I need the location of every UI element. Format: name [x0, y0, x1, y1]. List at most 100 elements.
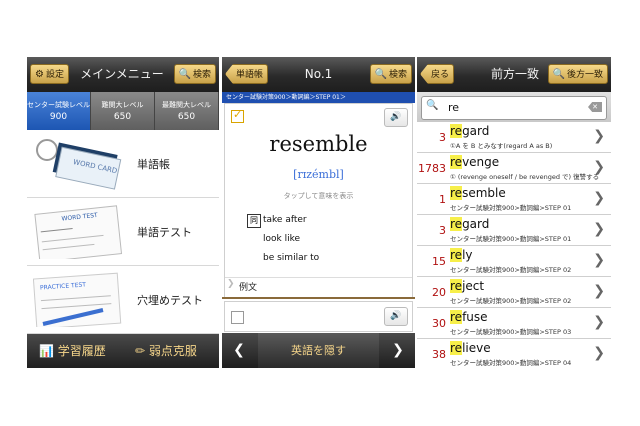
match-highlight: re — [450, 124, 463, 138]
main-menu-screen: ⚙ 設定 メインメニュー 🔍 検索 センター試験レベル 900 難関大レベル 650 最… — [27, 57, 219, 368]
search-query: re — [448, 101, 460, 114]
tap-hint[interactable]: タップして意味を表示 — [225, 191, 412, 201]
clear-icon[interactable]: ✕ — [588, 102, 602, 112]
match-highlight: re — [450, 279, 463, 293]
weak-point-button[interactable]: ✏ 弱点克服 — [135, 334, 197, 368]
result-subtext: ①A を B とみなす(regard A as B) — [450, 142, 553, 150]
word-rest: fuse — [462, 310, 488, 324]
search-icon: 🔍 — [552, 69, 565, 80]
synonym-badge: 同 — [247, 214, 261, 228]
list-item[interactable]: 1 resemble センター試験対策900>動詞編>STEP 01 ❯ — [417, 184, 611, 215]
settings-button[interactable]: ⚙ 設定 — [30, 64, 69, 84]
chevron-right-icon: ❯ — [227, 279, 235, 289]
search-input[interactable]: 🔍 re ✕ — [421, 96, 607, 120]
next-button[interactable]: ❯ — [383, 333, 413, 368]
occurrence-count: 30 — [432, 317, 446, 330]
speaker-button[interactable]: 🔊 — [384, 307, 408, 326]
history-button[interactable]: 📊 学習履歴 — [39, 334, 106, 368]
hide-english-button[interactable]: 英語を隠す — [258, 333, 379, 368]
tab-level-most-difficult[interactable]: 最難関大レベル 650 — [155, 92, 219, 130]
occurrence-count: 15 — [432, 255, 446, 268]
word-rest: gard — [462, 124, 490, 138]
suffix-match-button[interactable]: 🔍 後方一致 — [547, 64, 608, 84]
occurrence-count: 1 — [439, 193, 446, 206]
menu-item-label: 単語帳 — [137, 158, 170, 171]
occurrence-count: 3 — [439, 224, 446, 237]
bottom-bar: ❮ 英語を隠す ❯ — [222, 333, 415, 368]
result-subtext: センター試験対策900>動詞編>STEP 02 — [450, 266, 572, 274]
chevron-right-icon: ❯ — [593, 221, 605, 237]
list-item[interactable]: 1783 revenge ① (revenge oneself / be reven… — [417, 153, 611, 184]
list-item[interactable]: 3 regard センター試験対策900>動詞編>STEP 01 ❯ — [417, 215, 611, 246]
list-item[interactable]: 30 refuse センター試験対策900>動詞編>STEP 03 ❯ — [417, 308, 611, 339]
gear-icon: ⚙ — [35, 69, 44, 80]
chevron-right-icon: ❯ — [392, 342, 404, 358]
search-icon: 🔍 — [374, 69, 387, 80]
chevron-right-icon: ❯ — [593, 314, 605, 330]
word-card[interactable]: ✓ 🔊 resemble [rɪzémbl] タップして意味を表示 同 take… — [224, 103, 413, 298]
result-subtext: センター試験対策900>動詞編>STEP 04 — [450, 359, 572, 367]
word-card-illustration: WORD CARD — [36, 139, 122, 190]
menu-item-wordbook[interactable]: WORD CARD 単語帳 — [27, 130, 219, 198]
divider — [222, 297, 415, 299]
page-title: メインメニュー — [80, 67, 164, 81]
example-toggle[interactable]: 例文 — [239, 280, 257, 293]
match-highlight: re — [450, 310, 463, 324]
result-word: reject — [450, 279, 484, 293]
next-card-preview: 🔊 — [224, 301, 413, 332]
result-subtext: センター試験対策900>動詞編>STEP 03 — [450, 328, 572, 336]
tab-level-difficult[interactable]: 難関大レベル 650 — [91, 92, 155, 130]
synonym: be similar to — [263, 253, 320, 263]
list-item[interactable]: 20 reject センター試験対策900>動詞編>STEP 02 ❯ — [417, 277, 611, 308]
chevron-right-icon: ❯ — [593, 345, 605, 361]
practice-test-illustration: PRACTICE TEST — [33, 272, 122, 327]
list-item[interactable]: 15 rely センター試験対策900>動詞編>STEP 02 ❯ — [417, 246, 611, 277]
occurrence-count: 3 — [439, 131, 446, 144]
pencil-icon: ✏ — [135, 344, 146, 358]
bookmark-checkbox[interactable] — [231, 311, 244, 324]
word-rest: semble — [462, 186, 506, 200]
result-word: resemble — [450, 186, 506, 200]
result-subtext: センター試験対策900>動詞編>STEP 02 — [450, 297, 572, 305]
previous-button[interactable]: ❮ — [224, 333, 254, 368]
back-button[interactable]: 単語帳 — [225, 64, 269, 84]
match-highlight: re — [450, 248, 463, 262]
check-icon: ✓ — [233, 108, 243, 121]
match-highlight: re — [450, 341, 463, 355]
search-icon: 🔍 — [178, 69, 191, 80]
result-word: refuse — [450, 310, 488, 324]
chevron-right-icon: ❯ — [593, 252, 605, 268]
match-highlight: re — [450, 217, 463, 231]
bookmark-checkbox[interactable]: ✓ — [231, 108, 244, 123]
top-bar: ⚙ 設定 メインメニュー 🔍 検索 — [27, 57, 219, 92]
page-title: 前方一致 — [490, 67, 539, 81]
bottom-bar: 📊 学習履歴 ✏ 弱点克服 — [27, 334, 219, 368]
result-word: rely — [450, 248, 473, 262]
list-item[interactable]: 3 regard ①A を B とみなす(regard A as B) ❯ — [417, 122, 611, 153]
synonym: take after — [263, 215, 307, 225]
word-rest: venge — [462, 155, 500, 169]
search-button[interactable]: 🔍 検索 — [369, 64, 412, 84]
chevron-right-icon: ❯ — [593, 283, 605, 299]
match-highlight: re — [450, 186, 463, 200]
pronunciation: [rɪzémbl] — [293, 168, 344, 181]
result-subtext: ① (revenge oneself / be revenged で) 復讐する — [450, 173, 600, 181]
occurrence-count: 20 — [432, 286, 446, 299]
top-bar: 戻る 前方一致 🔍 後方一致 — [417, 57, 611, 92]
occurrence-count: 1783 — [418, 162, 446, 175]
back-button[interactable]: 戻る — [420, 64, 455, 84]
speaker-button[interactable]: 🔊 — [384, 108, 408, 127]
tab-level-center[interactable]: センター試験レベル 900 — [27, 92, 91, 130]
menu-item-fill-test[interactable]: PRACTICE TEST 穴埋めテスト — [27, 266, 219, 334]
menu-item-word-test[interactable]: WORD TEST 単語テスト — [27, 198, 219, 266]
list-item[interactable]: 38 relieve センター試験対策900>動詞編>STEP 04 ❯ — [417, 339, 611, 368]
top-bar: 単語帳 No.1 🔍 検索 — [222, 57, 415, 92]
wordbook-screen: 単語帳 No.1 🔍 検索 センター試験対策900＞動詞編＞STEP 01＞ ✓ … — [222, 57, 415, 368]
synonym: look like — [263, 234, 301, 244]
word-rest: lieve — [462, 341, 491, 355]
result-word: regard — [450, 217, 489, 231]
chevron-right-icon: ❯ — [593, 190, 605, 206]
menu-item-label: 穴埋めテスト — [137, 294, 203, 307]
search-button[interactable]: 🔍 検索 — [173, 64, 216, 84]
result-subtext: センター試験対策900>動詞編>STEP 01 — [450, 204, 572, 212]
